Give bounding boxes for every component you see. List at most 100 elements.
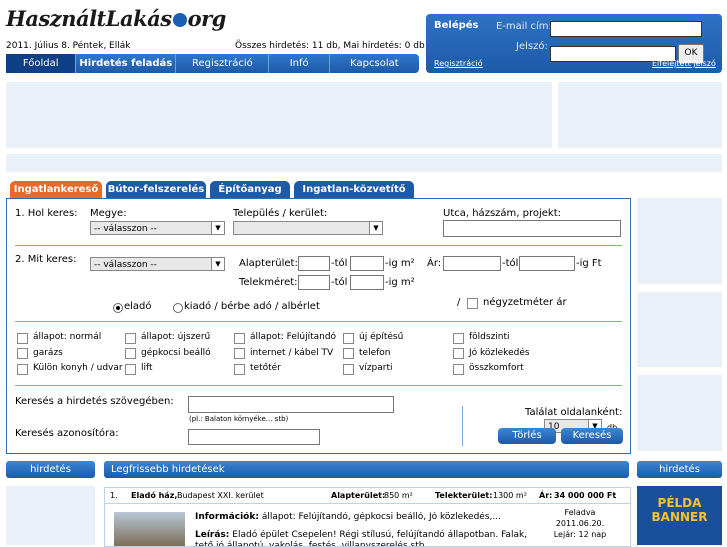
tab-building-material[interactable]: Építőanyag [210,181,290,199]
sqm-price-label: négyzetméter ár [483,297,567,308]
listing-info: Információk: állapot: Felújítandó, gépko… [195,512,525,522]
feature-checkbox[interactable] [125,348,136,359]
feature-checkbox[interactable] [17,364,28,375]
text-search-input[interactable] [188,396,394,413]
nav-info[interactable]: Infó [269,54,330,73]
id-search-label: Keresés azonosítóra: [15,428,119,439]
top-ad-area [6,82,552,148]
nav-post-ad[interactable]: Hirdetés feladás [76,54,177,73]
desc-value: Eladó épület Csepelen! Régi stílusú, fel… [195,530,528,547]
plot-to-input[interactable] [350,275,384,290]
chevron-down-icon: ▼ [369,222,382,234]
listing-header-row: 1. Eladó ház, Budapest XXI. kerület Alap… [105,488,630,504]
feature-checkbox[interactable] [343,333,354,344]
text-search-label: Keresés a hirdetés szövegében: [15,396,174,407]
sale-radio[interactable] [113,303,123,313]
tab-real-estate[interactable]: Ingatlankereső [10,181,102,199]
main-nav: Főoldal Hirdetés feladás Regisztráció In… [6,54,419,73]
plot-value: 1300 m² [493,491,527,500]
plot-label: Telekterület: [435,491,493,500]
feature-checkbox[interactable] [453,348,464,359]
left-ad-header: hirdetés [6,461,95,478]
area-label: Alapterület: [331,491,386,500]
price-to-input[interactable] [519,256,575,271]
ad-stats: Összes hirdetés: 11 db, Mai hirdetés: 0 … [235,41,425,51]
banner-strip [6,154,722,172]
nav-register[interactable]: Regisztráció [176,54,270,73]
feature-checkbox[interactable] [17,348,28,359]
feature-label: új építésű [359,332,404,342]
divider [15,385,622,386]
rent-label: kiadó / bérbe adó / albérlet [184,301,320,312]
right-ad-1 [637,198,722,284]
where-label: 1. Hol keres: [15,208,78,219]
nav-home[interactable]: Főoldal [6,54,77,73]
password-label: Jelszó: [516,41,548,52]
right-ad-3 [637,375,722,451]
feature-label: vízparti [359,363,393,373]
feature-label: lift [141,363,153,373]
email-field[interactable] [550,21,702,37]
listing-photo[interactable] [114,512,185,546]
clear-button[interactable]: Törlés [498,428,556,444]
feature-checkbox[interactable] [234,364,245,375]
price-label: Ár: [539,491,553,500]
listing-card[interactable]: 1. Eladó ház, Budapest XXI. kerület Alap… [104,487,631,547]
rent-radio[interactable] [173,303,183,313]
feature-checkbox[interactable] [17,333,28,344]
area-from-suffix: -tól [331,258,348,269]
id-search-input[interactable] [188,429,320,445]
plot-to-suffix: -ig m² [385,277,415,288]
feature-checkbox[interactable] [453,333,464,344]
plot-from-suffix: -tól [331,277,348,288]
right-ad-2 [637,292,722,367]
feature-label: garázs [33,348,63,358]
street-input[interactable] [443,220,621,237]
login-title: Belépés [434,20,479,31]
listing-number: 1. [110,491,118,500]
county-select[interactable]: -- válasszon -- ▼ [90,221,225,235]
logo-dot-icon [172,13,187,27]
plot-from-input[interactable] [298,275,330,290]
plot-label: Telekméret: [239,277,298,288]
listing-location: Budapest XXI. kerület [177,491,264,500]
listing-title[interactable]: Eladó ház, [131,491,177,500]
feature-checkbox[interactable] [234,333,245,344]
forgot-password-link[interactable]: Elfelejtett jelszó [652,59,716,68]
feature-checkbox[interactable] [125,364,136,375]
city-select[interactable]: ▼ [233,221,383,235]
top-right-ad-area [558,82,722,148]
feature-label: földszinti [469,332,510,342]
sqm-price-checkbox[interactable] [467,298,478,309]
area-from-input[interactable] [298,256,330,271]
street-label: Utca, házszám, projekt: [443,208,561,219]
slash-separator: / [457,297,461,308]
tab-furniture[interactable]: Bútor-felszerelés [106,181,206,199]
feature-checkbox[interactable] [343,364,354,375]
desc-label: Leírás: [195,530,230,540]
feature-checkbox[interactable] [343,348,354,359]
chevron-down-icon: ▼ [211,258,224,270]
register-link[interactable]: Regisztráció [434,59,483,68]
divider [15,321,622,322]
site-logo[interactable]: HasználtLakás org [6,6,226,31]
nav-contact[interactable]: Kapcsolat [330,54,419,73]
tab-agent[interactable]: Ingatlan-közvetítő [294,181,414,199]
example-banner[interactable]: PÉLDA BANNER [637,486,722,545]
property-type-value: -- válasszon -- [94,260,157,270]
feature-checkbox[interactable] [453,364,464,375]
search-button[interactable]: Keresés [561,428,623,444]
divider [15,245,622,246]
price-value: 34 000 000 Ft [554,491,617,500]
property-type-select[interactable]: -- válasszon -- ▼ [90,257,225,271]
feature-label: telefon [359,348,391,358]
feature-checkbox[interactable] [234,348,245,359]
per-page-label: Találat oldalanként: [525,407,623,418]
current-date: 2011. Július 8. Péntek, Ellák [6,41,131,51]
area-label: Alapterület: [239,258,298,269]
price-from-input[interactable] [443,256,501,271]
text-search-hint: (pl.: Balaton környéke... stb) [189,415,289,423]
area-to-input[interactable] [350,256,384,271]
feature-checkbox[interactable] [125,333,136,344]
logo-text: HasználtLakás [6,6,172,31]
